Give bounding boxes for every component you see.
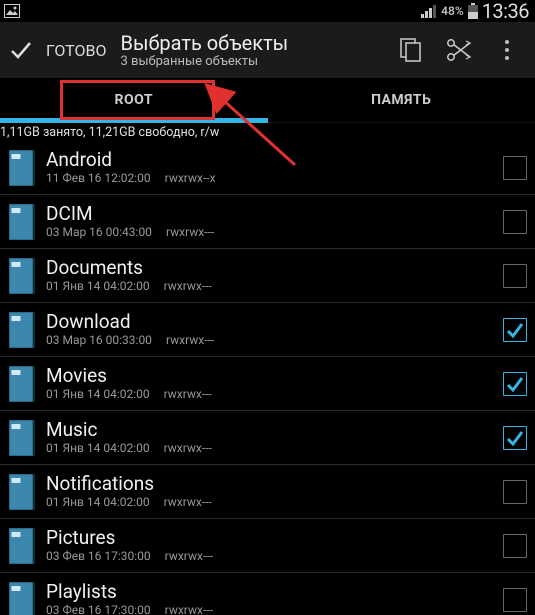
list-item-name: Download bbox=[46, 311, 503, 333]
list-item-checkbox[interactable] bbox=[503, 156, 527, 180]
folder-icon bbox=[4, 254, 40, 298]
status-bar: 48% 13:36 bbox=[0, 0, 535, 22]
list-item-permissions: rwxrwx--- bbox=[164, 495, 212, 510]
list-item-meta: 01 Янв 14 04:02:00 rwxrwx--- bbox=[46, 279, 503, 294]
list-item-permissions: rwxrwx--- bbox=[165, 549, 213, 564]
list-item-meta: 01 Янв 14 04:02:00 rwxrwx--- bbox=[46, 441, 503, 456]
list-item-checkbox[interactable] bbox=[503, 588, 527, 612]
folder-icon bbox=[4, 578, 40, 615]
list-item-name: Notifications bbox=[46, 473, 503, 495]
list-item-meta: 11 Фев 16 12:02:00 rwxrwx--x bbox=[46, 171, 503, 186]
list-item-meta: 03 Фев 16 17:30:00 rwxrwx--- bbox=[46, 603, 503, 615]
list-item-permissions: rwxrwx--x bbox=[165, 171, 216, 186]
folder-icon bbox=[4, 308, 40, 352]
action-bar-title-zone: Выбрать объекты 3 выбранные объекты bbox=[120, 32, 383, 69]
list-item-permissions: rwxrwx--- bbox=[164, 441, 212, 456]
copy-icon bbox=[400, 38, 422, 62]
storage-summary: 1,11GB занято, 11,21GB свободно, r/w bbox=[0, 123, 535, 141]
action-bar: ГОТОВО Выбрать объекты 3 выбранные объек… bbox=[0, 22, 535, 78]
copy-button[interactable] bbox=[391, 30, 431, 70]
list-item-texts: Pictures03 Фев 16 17:30:00 rwxrwx--- bbox=[46, 527, 503, 564]
list-item-date: 01 Янв 14 04:02:00 bbox=[46, 441, 150, 456]
list-item[interactable]: Android11 Фев 16 12:02:00 rwxrwx--x bbox=[0, 141, 535, 195]
folder-icon bbox=[4, 524, 40, 568]
list-item[interactable]: Download03 Мар 16 00:33:00 rwxrwx--- bbox=[0, 303, 535, 357]
done-label: ГОТОВО bbox=[46, 41, 106, 60]
list-item-permissions: rwxrwx--- bbox=[165, 603, 213, 615]
list-item-date: 03 Фев 16 17:30:00 bbox=[46, 603, 151, 615]
list-item-date: 03 Мар 16 00:33:00 bbox=[46, 333, 152, 348]
list-item-date: 03 Фев 16 17:30:00 bbox=[46, 549, 151, 564]
image-indicator-icon bbox=[4, 4, 20, 18]
list-item-permissions: rwxrwx--- bbox=[166, 225, 214, 240]
list-item-date: 01 Янв 14 04:02:00 bbox=[46, 279, 150, 294]
signal-icon bbox=[421, 4, 437, 18]
list-item-date: 01 Янв 14 04:02:00 bbox=[46, 495, 150, 510]
list-item-name: Documents bbox=[46, 257, 503, 279]
list-item-date: 11 Фев 16 12:02:00 bbox=[46, 171, 151, 186]
list-item-checkbox[interactable] bbox=[503, 480, 527, 504]
list-item-texts: Playlists03 Фев 16 17:30:00 rwxrwx--- bbox=[46, 581, 503, 615]
list-item-meta: 01 Янв 14 04:02:00 rwxrwx--- bbox=[46, 495, 503, 510]
list-item-permissions: rwxrwx--- bbox=[164, 279, 212, 294]
list-item-date: 01 Янв 14 04:02:00 bbox=[46, 387, 150, 402]
tab-memory[interactable]: ПАМЯТЬ bbox=[268, 78, 535, 122]
list-item-meta: 03 Мар 16 00:43:00 rwxrwx--- bbox=[46, 225, 503, 240]
list-item-date: 03 Мар 16 00:43:00 bbox=[46, 225, 152, 240]
done-button[interactable]: ГОТОВО bbox=[8, 37, 106, 63]
list-item[interactable]: Playlists03 Фев 16 17:30:00 rwxrwx--- bbox=[0, 573, 535, 615]
check-icon bbox=[8, 37, 34, 63]
battery-percent: 48% bbox=[441, 4, 464, 18]
list-item-checkbox[interactable] bbox=[503, 264, 527, 288]
list-item[interactable]: DCIM03 Мар 16 00:43:00 rwxrwx--- bbox=[0, 195, 535, 249]
list-item-name: Music bbox=[46, 419, 503, 441]
list-item-checkbox[interactable] bbox=[503, 210, 527, 234]
battery-icon bbox=[468, 3, 478, 19]
folder-icon bbox=[4, 362, 40, 406]
folder-icon bbox=[4, 470, 40, 514]
list-item-permissions: rwxrwx--- bbox=[166, 333, 214, 348]
page-title: Выбрать объекты bbox=[120, 32, 383, 54]
list-item-texts: Movies01 Янв 14 04:02:00 rwxrwx--- bbox=[46, 365, 503, 402]
tab-root-label: ROOT bbox=[115, 92, 154, 108]
list-item-meta: 03 Мар 16 00:33:00 rwxrwx--- bbox=[46, 333, 503, 348]
folder-icon bbox=[4, 200, 40, 244]
file-list: Android11 Фев 16 12:02:00rwxrwx--xDCIM03… bbox=[0, 141, 535, 615]
list-item-checkbox[interactable] bbox=[503, 534, 527, 558]
tab-root[interactable]: ROOT bbox=[0, 78, 268, 122]
list-item[interactable]: Movies01 Янв 14 04:02:00 rwxrwx--- bbox=[0, 357, 535, 411]
overflow-icon bbox=[505, 40, 509, 60]
list-item[interactable]: Pictures03 Фев 16 17:30:00 rwxrwx--- bbox=[0, 519, 535, 573]
list-item-texts: Android11 Фев 16 12:02:00 rwxrwx--x bbox=[46, 149, 503, 186]
cut-icon bbox=[446, 38, 472, 62]
list-item-texts: DCIM03 Мар 16 00:43:00 rwxrwx--- bbox=[46, 203, 503, 240]
cut-button[interactable] bbox=[439, 30, 479, 70]
list-item-permissions: rwxrwx--- bbox=[164, 387, 212, 402]
list-item-meta: 01 Янв 14 04:02:00 rwxrwx--- bbox=[46, 387, 503, 402]
list-item-texts: Documents01 Янв 14 04:02:00 rwxrwx--- bbox=[46, 257, 503, 294]
list-item-checkbox[interactable] bbox=[503, 318, 527, 342]
list-item-texts: Music01 Янв 14 04:02:00 rwxrwx--- bbox=[46, 419, 503, 456]
list-item-name: Movies bbox=[46, 365, 503, 387]
list-item-name: DCIM bbox=[46, 203, 503, 225]
list-item[interactable]: Music01 Янв 14 04:02:00 rwxrwx--- bbox=[0, 411, 535, 465]
list-item[interactable]: Documents01 Янв 14 04:02:00 rwxrwx--- bbox=[0, 249, 535, 303]
list-item-name: Playlists bbox=[46, 581, 503, 603]
overflow-menu-button[interactable] bbox=[487, 30, 527, 70]
list-item[interactable]: Notifications01 Янв 14 04:02:00 rwxrwx--- bbox=[0, 465, 535, 519]
tab-memory-label: ПАМЯТЬ bbox=[371, 92, 431, 108]
list-item-name: Android bbox=[46, 149, 503, 171]
page-subtitle: 3 выбранные объекты bbox=[120, 54, 383, 69]
list-item-meta: 03 Фев 16 17:30:00 rwxrwx--- bbox=[46, 549, 503, 564]
list-item-checkbox[interactable] bbox=[503, 372, 527, 396]
list-item-texts: Notifications01 Янв 14 04:02:00 rwxrwx--- bbox=[46, 473, 503, 510]
folder-icon bbox=[4, 416, 40, 460]
clock: 13:36 bbox=[482, 0, 529, 23]
folder-icon bbox=[4, 146, 40, 190]
list-item-name: Pictures bbox=[46, 527, 503, 549]
list-item-checkbox[interactable] bbox=[503, 426, 527, 450]
list-item-texts: Download03 Мар 16 00:33:00 rwxrwx--- bbox=[46, 311, 503, 348]
storage-tabs: ROOT ПАМЯТЬ bbox=[0, 78, 535, 123]
